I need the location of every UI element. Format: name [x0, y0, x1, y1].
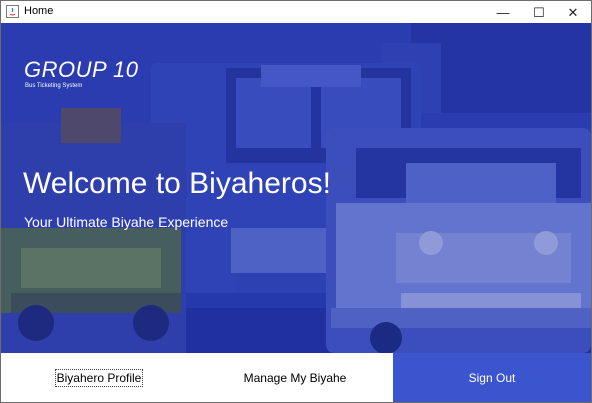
window-title: Home — [24, 5, 54, 17]
sign-out-button[interactable]: Sign Out — [393, 353, 591, 402]
minimize-button[interactable]: — — [485, 1, 521, 23]
biyahero-profile-button[interactable]: Biyahero Profile — [1, 353, 197, 402]
manage-my-biyahe-label: Manage My Biyahe — [243, 370, 347, 385]
biyahero-profile-label: Biyahero Profile — [54, 368, 144, 387]
bottom-nav: Biyahero Profile Manage My Biyahe Sign O… — [1, 353, 591, 402]
tagline: Your Ultimate Biyahe Experience — [24, 214, 229, 230]
hero-banner: GROUP 10 Bus Ticketing System Welcome to… — [1, 23, 591, 353]
close-button[interactable]: ✕ — [555, 1, 591, 23]
brand-title: GROUP 10 — [24, 57, 139, 82]
java-icon — [6, 5, 19, 18]
maximize-button[interactable]: ☐ — [521, 1, 557, 23]
welcome-headline: Welcome to Biyaheros! — [23, 167, 331, 200]
manage-my-biyahe-button[interactable]: Manage My Biyahe — [197, 353, 393, 402]
brand-subtitle: Bus Ticketing System — [25, 83, 83, 89]
app-window: Home — ☐ ✕ GROUP 10 Bus Ticketing System… — [0, 0, 592, 403]
sign-out-label: Sign Out — [468, 370, 516, 385]
title-bar[interactable]: Home — ☐ ✕ — [1, 1, 591, 23]
